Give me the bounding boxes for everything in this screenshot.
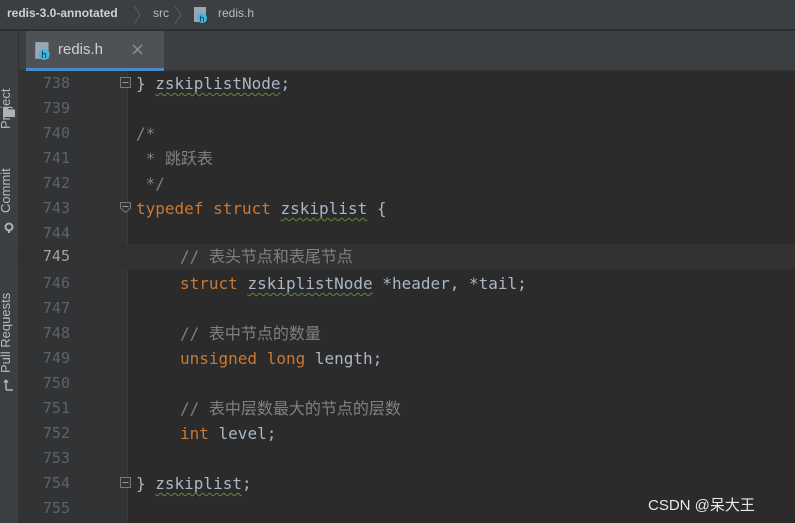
tool-window-strip: Project Commit Pull Requests — [0, 31, 19, 523]
breadcrumb-project[interactable]: redis-3.0-annotated — [7, 6, 118, 20]
brace: } — [136, 74, 156, 93]
brace: } — [136, 474, 156, 493]
line-number: 750 — [42, 374, 70, 392]
identifier: zskiplistNode — [247, 274, 373, 293]
line-number: 747 — [42, 299, 70, 317]
c-header-file-icon: h — [35, 42, 50, 61]
line-number: 739 — [42, 99, 70, 117]
fold-end-icon[interactable] — [120, 77, 131, 88]
code-line: } zskiplistNode; — [136, 71, 290, 96]
editor-tab-bar: h redis.h × — [19, 31, 795, 71]
line-number: 744 — [42, 224, 70, 242]
code-text: level; — [208, 424, 277, 443]
current-line-highlight — [19, 244, 795, 269]
fold-end-icon[interactable] — [120, 477, 131, 488]
breadcrumb-separator-icon — [133, 5, 141, 25]
line-number: 746 — [42, 274, 70, 292]
code-line: } zskiplist; — [136, 471, 252, 496]
close-icon[interactable]: × — [130, 39, 145, 60]
comment-line: // 表中层数最大的节点的层数 — [180, 399, 401, 418]
line-number: 752 — [42, 424, 70, 442]
code-text: length; — [305, 349, 383, 368]
code-editor[interactable] — [127, 71, 795, 523]
svg-text:h: h — [41, 51, 47, 61]
folder-icon — [3, 108, 15, 117]
identifier: zskiplistNode — [155, 74, 281, 93]
commit-label: Commit — [0, 168, 13, 213]
pull-request-icon — [3, 379, 13, 391]
code-text: *header, *tail; — [372, 274, 527, 293]
line-number: 742 — [42, 174, 70, 192]
line-number: 751 — [42, 399, 70, 417]
comment-line: // 表头节点和表尾节点 — [180, 247, 353, 266]
code-line: unsigned long length; — [180, 346, 382, 371]
semicolon: ; — [280, 74, 291, 93]
keyword: int — [180, 424, 209, 443]
comment-line: * 跳跃表 — [136, 149, 213, 168]
keyword: struct — [180, 274, 238, 293]
keyword: struct — [213, 199, 271, 218]
comment-line: // 表中节点的数量 — [180, 324, 321, 343]
tab-redis-h[interactable]: h redis.h × — [26, 31, 164, 71]
c-header-file-icon: h — [194, 7, 207, 24]
brace: { — [376, 199, 387, 218]
line-number: 738 — [42, 74, 70, 92]
line-number: 753 — [42, 449, 70, 467]
fold-start-icon[interactable] — [120, 202, 131, 213]
watermark: CSDN @呆大王 — [648, 497, 755, 514]
line-number-gutter — [19, 71, 127, 523]
semicolon: ; — [241, 474, 252, 493]
code-line: int level; — [180, 421, 276, 446]
breadcrumb-folder[interactable]: src — [153, 6, 169, 20]
comment-line: /* — [136, 124, 156, 143]
tab-label: redis.h — [58, 41, 104, 58]
line-number: 748 — [42, 324, 70, 342]
line-number: 754 — [42, 474, 70, 492]
keyword: long — [266, 349, 306, 368]
commit-icon — [4, 222, 14, 233]
breadcrumb-file[interactable]: redis.h — [218, 6, 254, 20]
pull-requests-label: Pull Requests — [0, 292, 13, 373]
line-number: 755 — [42, 499, 70, 517]
identifier: zskiplist — [280, 199, 368, 218]
line-number: 749 — [42, 349, 70, 367]
svg-text:h: h — [199, 15, 204, 24]
code-line: struct zskiplistNode *header, *tail; — [180, 271, 527, 296]
breadcrumb-separator-icon — [174, 5, 182, 25]
line-number: 740 — [42, 124, 70, 142]
line-number: 743 — [42, 199, 70, 217]
identifier: zskiplist — [155, 474, 242, 493]
navigation-bar: redis-3.0-annotated src h redis.h — [0, 0, 795, 30]
code-line: typedef struct zskiplist { — [136, 196, 387, 221]
comment-line: */ — [136, 174, 165, 193]
keyword: unsigned — [180, 349, 258, 368]
line-number: 741 — [42, 149, 70, 167]
keyword: typedef — [136, 199, 204, 218]
line-number-current: 745 — [42, 247, 70, 265]
